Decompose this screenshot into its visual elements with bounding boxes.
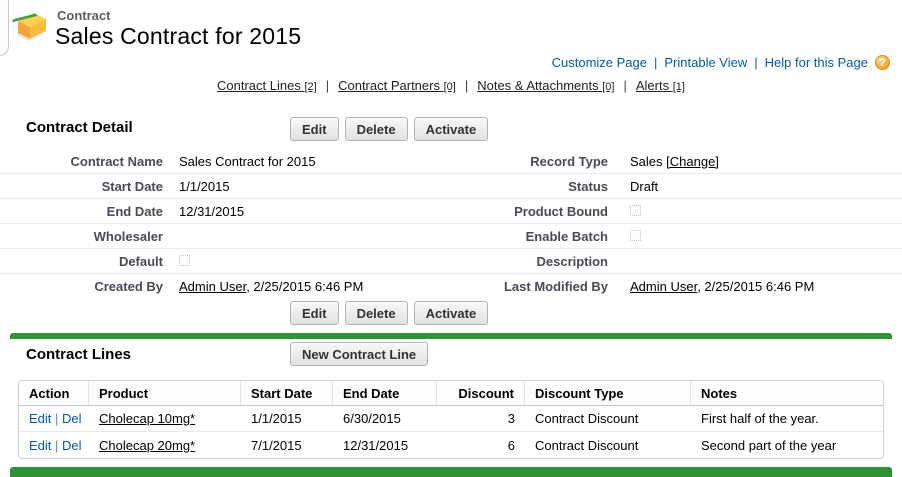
delete-button[interactable]: Delete [345, 117, 408, 141]
separator: | [465, 78, 468, 93]
detail-row: Wholesaler Enable Batch [0, 224, 902, 249]
col-end-date: End Date [333, 381, 437, 406]
related-list-nav: Contract Lines [2] | Contract Partners [0]… [0, 78, 902, 93]
field-label-contract-name: Contract Name [0, 154, 163, 169]
col-notes: Notes [691, 381, 883, 406]
field-value-product-bound [608, 203, 902, 219]
row-edit-link[interactable]: Edit [29, 438, 51, 453]
field-value-record-type: Sales [Change] [608, 154, 902, 169]
field-value-created-by: Admin User, 2/25/2015 6:46 PM [163, 279, 451, 294]
end-date-cell: 6/30/2015 [333, 406, 437, 432]
detail-row: Contract Name Sales Contract for 2015 Re… [0, 149, 902, 174]
col-product: Product [89, 381, 241, 406]
contract-icon [11, 6, 51, 46]
help-for-page-link[interactable]: Help for this Page [765, 55, 868, 70]
nav-contract-partners[interactable]: Contract Partners [0] [338, 78, 456, 93]
product-cell: Cholecap 20mg* [89, 432, 241, 458]
row-edit-link[interactable]: Edit [29, 411, 51, 426]
last-modified-by-user-link[interactable]: Admin User [630, 279, 697, 294]
table-header-row: Action Product Start Date End Date Disco… [19, 381, 883, 406]
detail-field-grid: Contract Name Sales Contract for 2015 Re… [0, 149, 902, 298]
table-row: Edit | Del Cholecap 20mg* 7/1/2015 12/31… [19, 432, 883, 458]
field-label-start-date: Start Date [0, 179, 163, 194]
detail-buttons-bottom: Edit Delete Activate [290, 301, 488, 325]
detail-row: Default Description [0, 249, 902, 274]
discount-cell: 6 [437, 432, 525, 458]
entity-label: Contract [57, 8, 110, 23]
action-cell: Edit | Del [19, 432, 89, 458]
field-label-enable-batch: Enable Batch [451, 229, 608, 244]
detail-row: Created By Admin User, 2/25/2015 6:46 PM… [0, 274, 902, 298]
help-icon[interactable]: ? [875, 55, 890, 70]
contract-lines-heading: Contract Lines [26, 346, 131, 363]
enable-batch-checkbox [630, 230, 641, 241]
field-value-status: Draft [608, 179, 902, 194]
field-label-last-modified-by: Last Modified By [451, 279, 608, 294]
field-value-contract-name: Sales Contract for 2015 [163, 154, 451, 169]
separator: | [754, 55, 757, 70]
activate-button[interactable]: Activate [414, 117, 489, 141]
start-date-cell: 1/1/2015 [241, 406, 333, 432]
start-date-cell: 7/1/2015 [241, 432, 333, 458]
separator: | [326, 78, 329, 93]
field-label-created-by: Created By [0, 279, 163, 294]
page-title: Sales Contract for 2015 [55, 23, 301, 50]
nav-contract-lines[interactable]: Contract Lines [2] [217, 78, 317, 93]
field-label-record-type: Record Type [451, 154, 608, 169]
detail-row: Start Date 1/1/2015 Status Draft [0, 174, 902, 199]
field-value-enable-batch [608, 228, 902, 244]
detail-row: End Date 12/31/2015 Product Bound [0, 199, 902, 224]
action-cell: Edit | Del [19, 406, 89, 432]
collapsed-sidebar-tab[interactable] [0, 0, 9, 56]
contract-lines-accent-bar [10, 333, 892, 339]
col-discount-type: Discount Type [525, 381, 691, 406]
table-row: Edit | Del Cholecap 10mg* 1/1/2015 6/30/… [19, 406, 883, 432]
nav-alerts[interactable]: Alerts [1] [636, 78, 685, 93]
product-cell: Cholecap 10mg* [89, 406, 241, 432]
discount-type-cell: Contract Discount [525, 406, 691, 432]
separator: | [623, 78, 626, 93]
field-label-end-date: End Date [0, 204, 163, 219]
default-checkbox [179, 255, 190, 266]
field-value-default [163, 253, 451, 269]
activate-button-bottom[interactable]: Activate [414, 301, 489, 325]
col-discount: Discount [437, 381, 525, 406]
customize-page-link[interactable]: Customize Page [552, 55, 647, 70]
field-label-product-bound: Product Bound [451, 204, 608, 219]
contract-lines-table: Action Product Start Date End Date Disco… [18, 380, 884, 459]
field-label-description: Description [451, 254, 608, 269]
discount-cell: 3 [437, 406, 525, 432]
field-label-default: Default [0, 254, 163, 269]
field-label-wholesaler: Wholesaler [0, 229, 163, 244]
field-label-status: Status [451, 179, 608, 194]
discount-type-cell: Contract Discount [525, 432, 691, 458]
end-date-cell: 12/31/2015 [333, 432, 437, 458]
separator: | [654, 55, 657, 70]
printable-view-link[interactable]: Printable View [664, 55, 747, 70]
col-start-date: Start Date [241, 381, 333, 406]
product-link[interactable]: Cholecap 20mg* [99, 438, 195, 453]
product-bound-checkbox [630, 205, 641, 216]
delete-button-bottom[interactable]: Delete [345, 301, 408, 325]
field-value-end-date: 12/31/2015 [163, 204, 451, 219]
field-value-last-modified-by: Admin User, 2/25/2015 6:46 PM [608, 279, 902, 294]
separator: | [55, 438, 58, 453]
notes-cell: Second part of the year [691, 432, 883, 458]
row-del-link[interactable]: Del [62, 438, 82, 453]
notes-cell: First half of the year. [691, 406, 883, 432]
utility-links: Customize Page | Printable View | Help f… [552, 55, 890, 70]
field-value-start-date: 1/1/2015 [163, 179, 451, 194]
created-by-user-link[interactable]: Admin User [179, 279, 246, 294]
new-contract-line-button[interactable]: New Contract Line [290, 342, 428, 366]
contract-detail-heading: Contract Detail [26, 119, 133, 136]
product-link[interactable]: Cholecap 10mg* [99, 411, 195, 426]
edit-button-bottom[interactable]: Edit [290, 301, 339, 325]
nav-notes-attachments[interactable]: Notes & Attachments [0] [477, 78, 614, 93]
col-action: Action [19, 381, 89, 406]
row-del-link[interactable]: Del [62, 411, 82, 426]
separator: | [55, 411, 58, 426]
record-type-change-link[interactable]: [Change] [666, 154, 719, 169]
detail-buttons-top: Edit Delete Activate [290, 117, 488, 141]
edit-button[interactable]: Edit [290, 117, 339, 141]
